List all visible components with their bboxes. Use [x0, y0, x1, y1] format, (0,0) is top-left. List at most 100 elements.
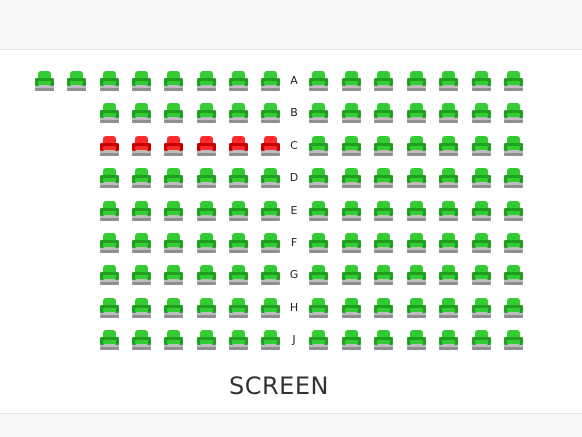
seat-H-8[interactable]: [341, 297, 362, 319]
seat-D-7[interactable]: [308, 167, 329, 189]
seat-C-1-selected[interactable]: [99, 135, 120, 157]
seat-E-6[interactable]: [260, 200, 281, 222]
seat-C-12[interactable]: [471, 135, 492, 157]
seat-C-4-selected[interactable]: [196, 135, 217, 157]
seat-F-10[interactable]: [406, 232, 427, 254]
seat-J-10[interactable]: [406, 329, 427, 351]
seat-F-13[interactable]: [503, 232, 524, 254]
seat-E-12[interactable]: [471, 200, 492, 222]
seat-A-3[interactable]: [99, 70, 120, 92]
seat-G-9[interactable]: [373, 264, 394, 286]
seat-H-6[interactable]: [260, 297, 281, 319]
seat-H-7[interactable]: [308, 297, 329, 319]
seat-E-3[interactable]: [163, 200, 184, 222]
seat-G-11[interactable]: [438, 264, 459, 286]
seat-F-5[interactable]: [228, 232, 249, 254]
seat-A-5[interactable]: [163, 70, 184, 92]
seat-F-7[interactable]: [308, 232, 329, 254]
seat-E-10[interactable]: [406, 200, 427, 222]
seat-D-8[interactable]: [341, 167, 362, 189]
seat-F-3[interactable]: [163, 232, 184, 254]
seat-A-9[interactable]: [308, 70, 329, 92]
seat-B-1[interactable]: [99, 102, 120, 124]
seat-C-10[interactable]: [406, 135, 427, 157]
seat-G-4[interactable]: [196, 264, 217, 286]
seat-D-10[interactable]: [406, 167, 427, 189]
seat-J-1[interactable]: [99, 329, 120, 351]
seat-C-7[interactable]: [308, 135, 329, 157]
seat-C-9[interactable]: [373, 135, 394, 157]
seat-B-6[interactable]: [260, 102, 281, 124]
seat-J-12[interactable]: [471, 329, 492, 351]
seat-E-1[interactable]: [99, 200, 120, 222]
seat-B-13[interactable]: [503, 102, 524, 124]
seat-D-3[interactable]: [163, 167, 184, 189]
seat-G-12[interactable]: [471, 264, 492, 286]
seat-E-8[interactable]: [341, 200, 362, 222]
seat-B-4[interactable]: [196, 102, 217, 124]
seat-D-9[interactable]: [373, 167, 394, 189]
seat-F-4[interactable]: [196, 232, 217, 254]
seat-H-9[interactable]: [373, 297, 394, 319]
seat-D-1[interactable]: [99, 167, 120, 189]
seat-A-13[interactable]: [438, 70, 459, 92]
seat-H-1[interactable]: [99, 297, 120, 319]
seat-J-3[interactable]: [163, 329, 184, 351]
seat-G-3[interactable]: [163, 264, 184, 286]
seat-A-15[interactable]: [503, 70, 524, 92]
seat-J-6[interactable]: [260, 329, 281, 351]
seat-D-13[interactable]: [503, 167, 524, 189]
seat-J-8[interactable]: [341, 329, 362, 351]
seat-F-8[interactable]: [341, 232, 362, 254]
seat-B-7[interactable]: [308, 102, 329, 124]
seat-A-7[interactable]: [228, 70, 249, 92]
seat-E-4[interactable]: [196, 200, 217, 222]
seat-F-12[interactable]: [471, 232, 492, 254]
seat-C-11[interactable]: [438, 135, 459, 157]
seat-C-5-selected[interactable]: [228, 135, 249, 157]
seat-J-7[interactable]: [308, 329, 329, 351]
seat-H-13[interactable]: [503, 297, 524, 319]
seat-A-6[interactable]: [196, 70, 217, 92]
seat-A-10[interactable]: [341, 70, 362, 92]
seat-F-9[interactable]: [373, 232, 394, 254]
seat-C-2-selected[interactable]: [131, 135, 152, 157]
seat-A-1[interactable]: [34, 70, 55, 92]
seat-B-8[interactable]: [341, 102, 362, 124]
seat-C-6-selected[interactable]: [260, 135, 281, 157]
seat-J-11[interactable]: [438, 329, 459, 351]
seat-D-2[interactable]: [131, 167, 152, 189]
seat-D-5[interactable]: [228, 167, 249, 189]
seat-J-5[interactable]: [228, 329, 249, 351]
seat-H-12[interactable]: [471, 297, 492, 319]
seat-D-6[interactable]: [260, 167, 281, 189]
seat-H-5[interactable]: [228, 297, 249, 319]
seat-E-2[interactable]: [131, 200, 152, 222]
seat-G-7[interactable]: [308, 264, 329, 286]
seat-G-6[interactable]: [260, 264, 281, 286]
seat-G-8[interactable]: [341, 264, 362, 286]
seat-C-3-selected[interactable]: [163, 135, 184, 157]
seat-G-13[interactable]: [503, 264, 524, 286]
seat-E-5[interactable]: [228, 200, 249, 222]
seat-G-5[interactable]: [228, 264, 249, 286]
seat-H-2[interactable]: [131, 297, 152, 319]
seat-E-7[interactable]: [308, 200, 329, 222]
seat-A-14[interactable]: [471, 70, 492, 92]
seat-G-2[interactable]: [131, 264, 152, 286]
seat-H-4[interactable]: [196, 297, 217, 319]
seat-B-2[interactable]: [131, 102, 152, 124]
seat-D-12[interactable]: [471, 167, 492, 189]
seat-F-6[interactable]: [260, 232, 281, 254]
seat-F-1[interactable]: [99, 232, 120, 254]
seat-J-2[interactable]: [131, 329, 152, 351]
seat-J-4[interactable]: [196, 329, 217, 351]
seat-H-10[interactable]: [406, 297, 427, 319]
seat-G-1[interactable]: [99, 264, 120, 286]
seat-B-9[interactable]: [373, 102, 394, 124]
seat-H-11[interactable]: [438, 297, 459, 319]
seat-E-11[interactable]: [438, 200, 459, 222]
seat-F-11[interactable]: [438, 232, 459, 254]
seat-D-4[interactable]: [196, 167, 217, 189]
seat-B-3[interactable]: [163, 102, 184, 124]
